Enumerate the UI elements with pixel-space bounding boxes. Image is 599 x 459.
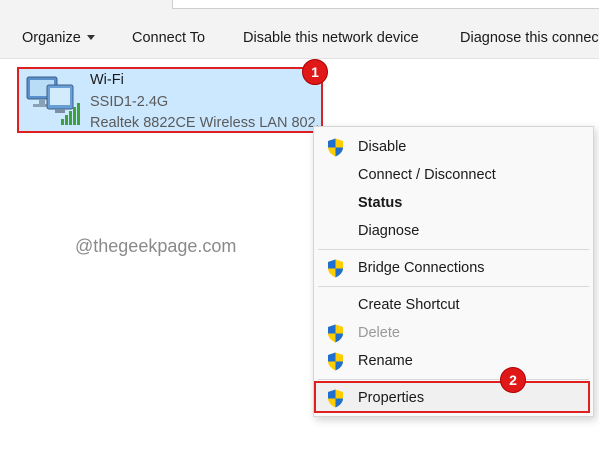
menu-separator: [318, 249, 589, 250]
menu-separator: [318, 379, 589, 380]
menu-item-label: Disable: [358, 139, 407, 155]
wifi-adapter-item[interactable]: Wi-Fi SSID1-2.4G Realtek 8822CE Wireless…: [17, 67, 323, 133]
context-menu: Disable Connect / Disconnect Status Diag…: [313, 126, 594, 417]
menu-item-properties[interactable]: Properties: [314, 384, 593, 412]
step-badge-1: 1: [302, 59, 328, 85]
step-badge-2: 2: [500, 367, 526, 393]
menu-item-bridge-connections[interactable]: Bridge Connections: [314, 254, 593, 282]
shield-icon: [328, 259, 343, 278]
organize-label: Organize: [22, 30, 81, 46]
menu-item-rename[interactable]: Rename: [314, 347, 593, 375]
menu-item-label: Properties: [358, 390, 425, 406]
address-bar[interactable]: [172, 0, 599, 9]
menu-item-label: Bridge Connections: [358, 260, 485, 276]
menu-item-disable[interactable]: Disable: [314, 133, 593, 161]
shield-icon: [328, 138, 343, 157]
connect-to-button[interactable]: Connect To: [132, 30, 205, 46]
adapter-description: Realtek 8822CE Wireless LAN 802.11ac PCI…: [90, 115, 318, 131]
watermark: @thegeekpage.com: [75, 236, 237, 256]
adapter-name: Wi-Fi: [90, 72, 124, 88]
shield-icon: [328, 389, 343, 408]
menu-item-label: Connect / Disconnect: [358, 167, 496, 183]
menu-item-label: Status: [358, 195, 403, 211]
menu-item-status[interactable]: Status: [314, 189, 593, 217]
menu-item-label: Rename: [358, 353, 413, 369]
shield-icon: [328, 352, 343, 371]
chevron-down-icon: [86, 35, 95, 40]
shield-icon: [328, 324, 343, 343]
adapter-ssid: SSID1-2.4G: [90, 94, 169, 110]
menu-separator: [318, 286, 589, 287]
menu-item-label: Delete: [358, 325, 400, 341]
diagnose-button[interactable]: Diagnose this connection: [460, 30, 599, 46]
command-toolbar: Organize Connect To Disable this network…: [0, 20, 599, 59]
disable-device-button[interactable]: Disable this network device: [243, 30, 419, 46]
menu-item-diagnose[interactable]: Diagnose: [314, 217, 593, 245]
menu-item-connect-disconnect[interactable]: Connect / Disconnect: [314, 161, 593, 189]
menu-item-label: Create Shortcut: [358, 297, 460, 313]
menu-item-label: Diagnose: [358, 223, 420, 239]
organize-button[interactable]: Organize: [22, 30, 95, 46]
network-adapter-icon: [26, 76, 80, 125]
menu-item-delete: Delete: [314, 319, 593, 347]
menu-item-create-shortcut[interactable]: Create Shortcut: [314, 291, 593, 319]
